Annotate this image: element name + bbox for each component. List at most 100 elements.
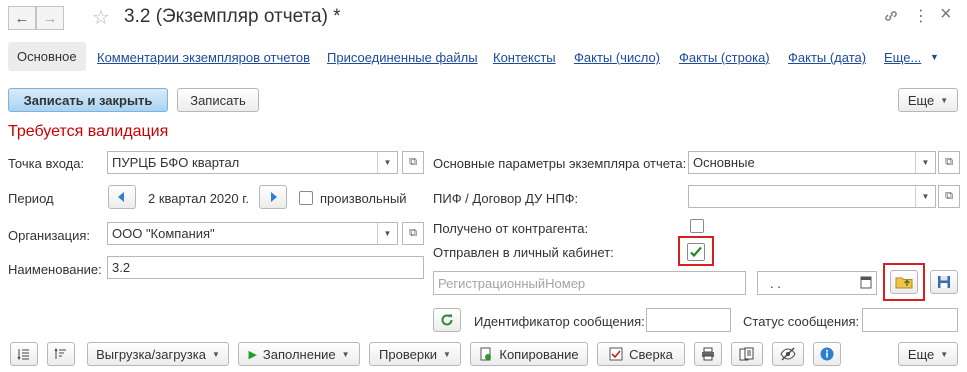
reconcile-label: Сверка [629, 346, 673, 362]
sort-ascending-button[interactable] [10, 342, 38, 366]
close-icon[interactable]: × [940, 3, 952, 26]
msg-status-field[interactable] [862, 308, 958, 332]
checks-label: Проверки [379, 346, 438, 362]
arrow-left-icon: ← [14, 9, 30, 27]
pif-label: ПИФ / Договор ДУ НПФ: [433, 191, 579, 206]
open-form-icon: ⧉ [945, 190, 953, 202]
msg-id-field[interactable] [646, 308, 731, 332]
name-label: Наименование: [8, 262, 102, 277]
forward-button[interactable]: → [36, 6, 64, 30]
date-field[interactable]: . . [757, 271, 877, 295]
tab-contexts[interactable]: Контексты [493, 50, 556, 65]
tab-facts-number[interactable]: Факты (число) [574, 50, 660, 65]
document-stack-icon [739, 347, 754, 361]
tab-report-comments[interactable]: Комментарии экземпляров отчетов [97, 50, 310, 65]
period-value: 2 квартал 2020 г. [148, 191, 249, 206]
arrow-right-icon [271, 192, 277, 202]
tab-attached-files[interactable]: Присоединенные файлы [327, 50, 478, 65]
tab-more[interactable]: Еще... [884, 50, 921, 65]
reconcile-button[interactable]: Сверка [597, 342, 685, 366]
tab-main[interactable]: Основное [8, 42, 86, 71]
arrow-right-icon: → [42, 9, 58, 27]
save-button[interactable]: Записать [177, 88, 259, 112]
open-entry-point-button[interactable]: ⧉ [402, 151, 424, 174]
tab-facts-date[interactable]: Факты (дата) [788, 50, 866, 65]
checkmark-icon [690, 246, 702, 258]
more-button-top[interactable]: Еще ▼ [898, 88, 958, 112]
open-form-icon: ⧉ [409, 156, 417, 168]
dropdown-icon[interactable]: ▼ [915, 152, 935, 173]
dropdown-icon[interactable]: ▼ [915, 186, 935, 207]
tab-more-label: Еще... [884, 50, 922, 65]
caret-down-icon: ▼ [211, 349, 220, 359]
params-field[interactable]: Основные ▼ [688, 151, 936, 174]
reconcile-icon [609, 347, 623, 361]
arrow-left-icon [118, 192, 124, 202]
period-next-button[interactable] [259, 185, 287, 209]
msg-status-label: Статус сообщения: [743, 314, 860, 329]
period-prev-button[interactable] [108, 185, 136, 209]
more-button-bottom[interactable]: Еще ▼ [898, 342, 958, 366]
favorite-star-icon[interactable]: ☆ [92, 5, 110, 30]
dropdown-icon[interactable]: ▼ [377, 152, 397, 173]
open-pif-button[interactable]: ⧉ [938, 185, 960, 208]
chevron-down-icon[interactable]: ▼ [930, 52, 939, 62]
tab-facts-string[interactable]: Факты (строка) [679, 50, 770, 65]
sent-label: Отправлен в личный кабинет: [433, 245, 614, 260]
org-field[interactable]: ООО "Компания" ▼ [107, 222, 398, 245]
open-folder-button[interactable] [890, 270, 918, 294]
checks-button[interactable]: Проверки ▼ [369, 342, 461, 366]
hide-button[interactable] [772, 342, 804, 366]
received-label: Получено от контрагента: [433, 221, 589, 236]
open-params-button[interactable]: ⧉ [938, 151, 960, 174]
pif-field[interactable]: ▼ [688, 185, 936, 208]
open-org-button[interactable]: ⧉ [402, 222, 424, 245]
save-and-close-button[interactable]: Записать и закрыть [8, 88, 168, 112]
caret-down-icon: ▼ [443, 349, 451, 359]
caret-down-icon: ▼ [341, 349, 350, 359]
registration-number-field[interactable]: РегистрационныйНомер [433, 271, 746, 295]
sort-descending-button[interactable] [47, 342, 75, 366]
received-checkbox[interactable] [690, 219, 704, 233]
folder-upload-icon [895, 277, 913, 289]
back-button[interactable]: ← [8, 6, 36, 30]
dropdown-icon[interactable]: ▼ [377, 223, 397, 244]
name-field[interactable]: 3.2 [107, 256, 424, 279]
more-label: Еще [907, 92, 935, 108]
save-disk-button[interactable] [930, 270, 958, 294]
open-form-icon: ⧉ [409, 227, 417, 239]
eye-off-icon [780, 347, 796, 361]
info-icon [820, 347, 834, 361]
fill-label: Заполнение [262, 346, 336, 362]
arbitrary-period-checkbox[interactable] [299, 191, 313, 205]
entry-point-value: ПУРЦБ БФО квартал [112, 155, 240, 170]
copy-button[interactable]: Копирование [470, 342, 588, 366]
caret-down-icon: ▼ [940, 349, 949, 359]
params-label: Основные параметры экземпляра отчета: [433, 156, 687, 171]
entry-point-label: Точка входа: [8, 156, 85, 171]
msg-id-label: Идентификатор сообщения: [474, 314, 645, 329]
play-icon: ▶ [248, 348, 257, 361]
period-label: Период [8, 191, 54, 206]
caret-down-icon: ▼ [940, 95, 949, 105]
calendar-icon[interactable] [860, 275, 872, 292]
list-sort-icon [54, 347, 66, 359]
refresh-icon [441, 314, 453, 326]
date-value: . . [770, 275, 781, 291]
entry-point-field[interactable]: ПУРЦБ БФО квартал ▼ [107, 151, 398, 174]
export-import-label: Выгрузка/загрузка [96, 346, 206, 362]
list-sort-icon [17, 349, 29, 361]
floppy-disk-icon [938, 276, 950, 288]
refresh-button[interactable] [433, 308, 461, 332]
printer-icon [702, 347, 714, 361]
info-button[interactable] [813, 342, 841, 366]
report-structure-button[interactable] [731, 342, 763, 366]
org-value: ООО "Компания" [112, 226, 215, 241]
export-import-button[interactable]: Выгрузка/загрузка ▼ [87, 342, 229, 366]
fill-button[interactable]: ▶ Заполнение ▼ [238, 342, 360, 366]
print-button[interactable] [694, 342, 722, 366]
window-title: 3.2 (Экземпляр отчета) * [124, 6, 341, 27]
link-icon[interactable] [883, 8, 899, 27]
sent-checkbox[interactable] [687, 243, 705, 261]
more-options-icon[interactable]: ⋮ [913, 6, 929, 26]
